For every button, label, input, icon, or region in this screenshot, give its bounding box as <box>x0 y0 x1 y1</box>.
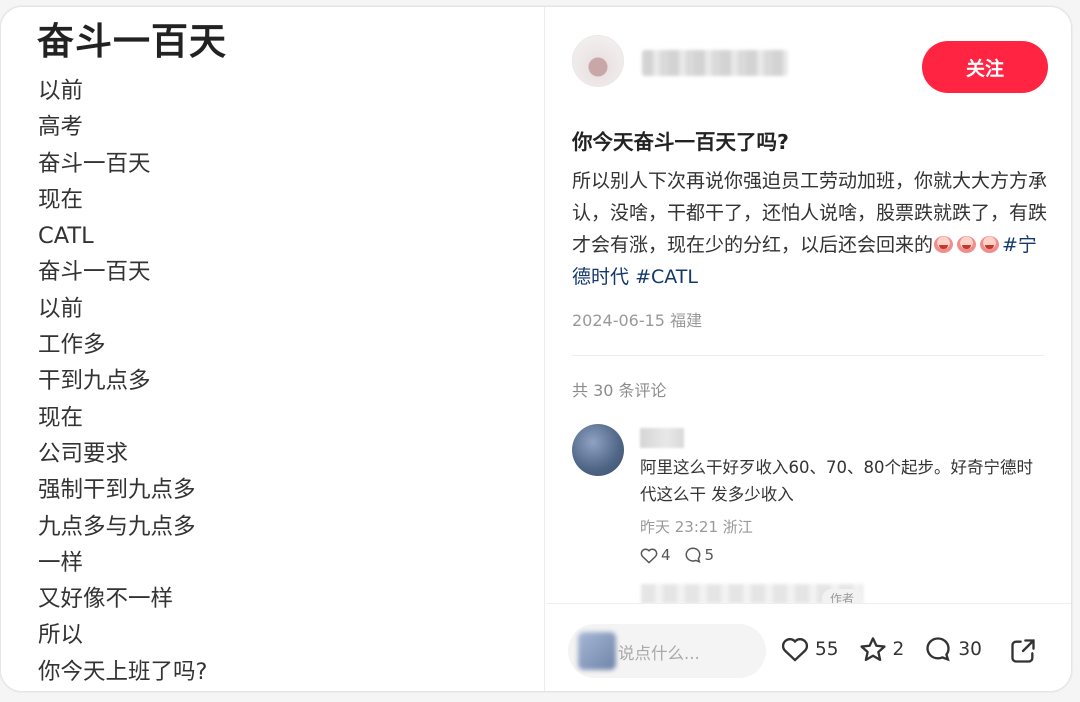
post-meta: 2024-06-15 福建 <box>572 307 702 331</box>
comment-count: 30 <box>958 638 982 660</box>
image-text-line: 奋斗一百天 <box>38 150 151 177</box>
comment-location: 浙江 <box>722 518 753 536</box>
note-image[interactable]: 奋斗一百天 以前 高考 奋斗一百天 现在 CATL 奋斗一百天 以前 工作多 干到九点多 现在 公司… <box>1 7 545 691</box>
post-date: 2024-06-15 <box>572 311 665 330</box>
favorite-count: 2 <box>892 638 905 660</box>
share-icon[interactable] <box>1009 637 1037 665</box>
author-row: 关注 <box>572 35 1048 93</box>
engagement-bar: 说点什么... 55 2 30 <box>546 603 1071 691</box>
divider <box>572 355 1044 356</box>
crying-face-emoji <box>979 234 1000 254</box>
comment-like-count: 4 <box>661 546 671 564</box>
comment-input-placeholder: 说点什么... <box>618 644 700 663</box>
image-text-line: 奋斗一百天 <box>38 259 151 286</box>
hashtag-link[interactable]: #CATL <box>635 266 698 288</box>
post-title: 你今天奋斗一百天了吗? <box>572 130 789 154</box>
image-text-line: 高考 <box>38 114 84 141</box>
image-text-line: CATL <box>38 223 94 250</box>
comment-button[interactable]: 30 <box>924 635 982 663</box>
image-text-line: 干到九点多 <box>38 368 151 395</box>
image-text-line: 你今天上班了吗? <box>38 658 208 685</box>
image-text-line: 强制干到九点多 <box>38 477 196 504</box>
user-avatar-blurred <box>578 632 616 670</box>
heart-icon <box>781 638 809 662</box>
image-text-line: 工作多 <box>38 332 106 359</box>
follow-button[interactable]: 关注 <box>922 41 1048 93</box>
image-text-line: 以前 <box>38 295 84 322</box>
comment-time: 昨天 23:21 <box>640 518 718 536</box>
author-avatar[interactable] <box>572 35 624 87</box>
image-text-line: 又好像不一样 <box>38 586 174 613</box>
speech-bubble-icon <box>926 637 951 662</box>
comment-reply-button[interactable]: 5 <box>684 546 715 564</box>
image-text-line: 以前 <box>38 78 84 104</box>
comment-meta: 昨天 23:21 浙江 <box>640 516 753 537</box>
image-text-line: 现在 <box>38 186 84 213</box>
crying-face-emoji <box>933 234 954 254</box>
comment-item: 阿里这么干好歹收入60、70、80个起步。好奇宁德时代这么干 发多少收入 昨天 … <box>572 424 1048 574</box>
comment-reply-count: 5 <box>704 546 715 564</box>
commenter-avatar[interactable] <box>572 424 624 476</box>
emoji-group <box>933 234 1002 256</box>
note-detail-card: 奋斗一百天 以前 高考 奋斗一百天 现在 CATL 奋斗一百天 以前 工作多 干到九点多 现在 公司… <box>0 6 1072 692</box>
favorite-button[interactable]: 2 <box>859 636 905 663</box>
comment-input[interactable]: 说点什么... <box>568 624 766 678</box>
comment-text: 阿里这么干好歹收入60、70、80个起步。好奇宁德时代这么干 发多少收入 <box>640 458 1033 504</box>
author-name-blurred[interactable] <box>642 50 788 76</box>
image-text-line: 一样 <box>38 549 84 576</box>
image-text-lines: 以前 高考 奋斗一百天 现在 CATL 奋斗一百天 以前 工作多 干到九点多 现在 公司要求 强制干到… <box>38 73 207 690</box>
note-detail-panel: 关注 你今天奋斗一百天了吗? 所以别人下次再说你强迫员工劳动加班，你就大大方方承… <box>546 7 1071 691</box>
commenter-name-blurred[interactable] <box>640 428 684 448</box>
like-count: 55 <box>815 638 839 660</box>
like-button[interactable]: 55 <box>781 636 839 662</box>
comment-like-button[interactable]: 4 <box>640 546 671 564</box>
heart-icon <box>640 547 658 564</box>
image-text-line: 公司要求 <box>38 440 129 467</box>
comment-actions: 4 5 <box>640 546 727 564</box>
star-icon <box>859 636 886 661</box>
engagement-actions: 55 2 30 <box>781 635 1002 663</box>
image-text-line: 现在 <box>38 404 84 431</box>
post-location: 福建 <box>670 311 703 330</box>
crying-face-emoji <box>956 234 977 254</box>
image-text-line: 九点多与九点多 <box>38 513 196 540</box>
image-title: 奋斗一百天 <box>37 20 227 63</box>
post-body: 所以别人下次再说你强迫员工劳动加班，你就大大方方承认，没啥，干都干了，还怕人说啥… <box>572 165 1048 293</box>
image-text-line: 所以 <box>38 622 84 649</box>
comments-count: 共 30 条评论 <box>572 381 667 400</box>
speech-bubble-icon <box>685 547 701 563</box>
